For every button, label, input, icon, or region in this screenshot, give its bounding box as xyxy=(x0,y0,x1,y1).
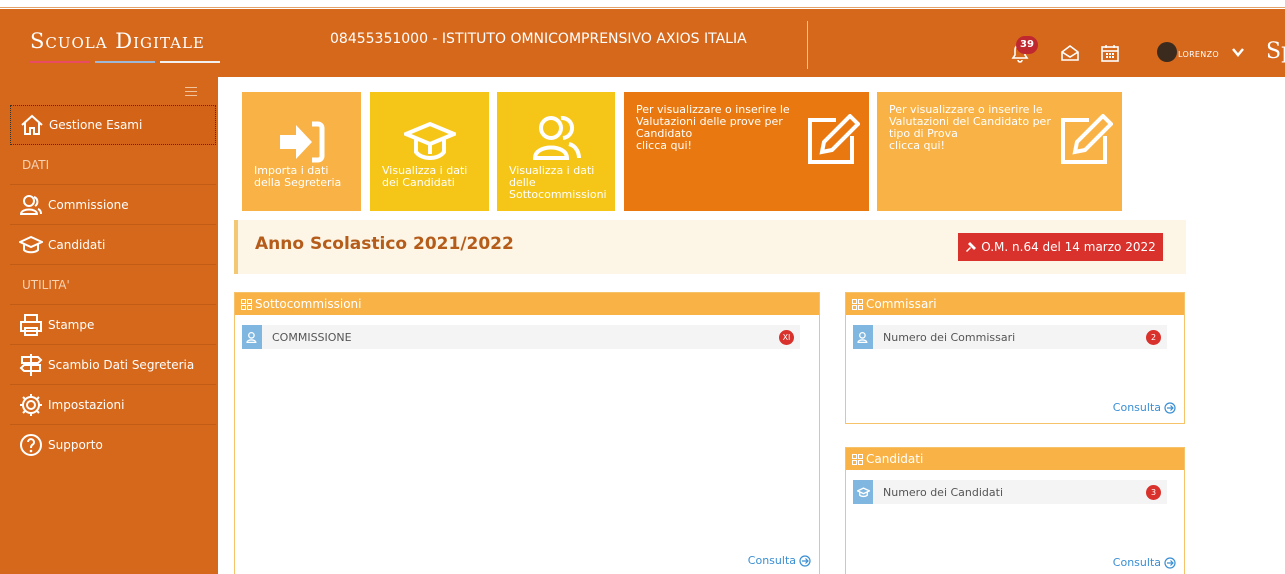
gavel-icon xyxy=(966,242,977,252)
calendar-icon[interactable] xyxy=(1100,43,1120,63)
panel-header: Sottocommissioni xyxy=(235,293,819,315)
sidebar: Gestione Esami DATI Commissione Candidat… xyxy=(0,77,218,574)
app-header: Scuola Digitale 08455351000 - ISTITUTO O… xyxy=(0,9,1285,77)
mail-icon[interactable] xyxy=(1060,43,1080,63)
edit-icon xyxy=(808,114,860,164)
sidebar-item-candidati[interactable]: Candidati xyxy=(10,225,216,265)
logo-underline-red xyxy=(30,61,90,63)
school-year-title: Anno Scolastico 2021/2022 xyxy=(255,234,514,254)
panel-commissari: Commissari Numero dei Commissari 2 Consu… xyxy=(845,292,1185,424)
count-badge: 3 xyxy=(1146,485,1161,500)
sidebar-item-label: Stampe xyxy=(48,317,95,332)
panel-sottocommissioni: Sottocommissioni COMMISSIONE XI Consulta xyxy=(234,292,820,574)
tile-label: Per visualizzare o inserire le Valutazio… xyxy=(636,103,790,152)
chevron-down-icon[interactable] xyxy=(1231,44,1251,64)
consulta-link[interactable]: Consulta xyxy=(1113,556,1176,569)
tile-label: Visualizza i dati dei Candidati xyxy=(382,164,468,189)
tile-label: Importa i dati della Segreteria xyxy=(254,164,342,189)
sidebar-item-scambio-dati[interactable]: Scambio Dati Segreteria xyxy=(10,345,216,385)
import-icon xyxy=(280,121,325,163)
top-strip xyxy=(0,0,1285,8)
arrow-circle-right-icon xyxy=(1164,401,1176,414)
logo-underline-blue xyxy=(95,61,155,63)
sidebar-item-label: Impostazioni xyxy=(48,397,125,412)
sidebar-section-dati: DATI xyxy=(10,145,216,185)
sidebar-item-supporto[interactable]: Supporto xyxy=(10,425,216,465)
list-item-commissari[interactable]: Numero dei Commissari 2 xyxy=(853,325,1167,349)
list-item-candidati[interactable]: Numero dei Candidati 3 xyxy=(853,480,1167,504)
users-icon xyxy=(532,115,581,160)
users-icon xyxy=(853,325,873,349)
sp-logo[interactable]: Sp xyxy=(1266,39,1285,64)
sidebar-item-label: Candidati xyxy=(48,237,106,252)
om-button-label: O.M. n.64 del 14 marzo 2022 xyxy=(981,240,1156,254)
consulta-link[interactable]: Consulta xyxy=(748,554,811,567)
panel-candidati: Candidati Numero dei Candidati 3 Consult… xyxy=(845,447,1185,574)
graduation-cap-icon xyxy=(853,480,873,504)
arrow-circle-right-icon xyxy=(1164,556,1176,569)
sidebar-item-label: Commissione xyxy=(48,197,129,212)
consulta-link[interactable]: Consulta xyxy=(1113,401,1176,414)
sidebar-item-commissione[interactable]: Commissione xyxy=(10,185,216,225)
tile-visualizza-candidati[interactable]: Visualizza i dati dei Candidati xyxy=(370,92,489,211)
tile-visualizza-sottocommissioni[interactable]: Visualizza i dati delle Sottocommissioni xyxy=(497,92,615,211)
count-badge: XI xyxy=(779,330,794,345)
user-name[interactable]: lorenzo xyxy=(1178,47,1219,60)
graduation-cap-icon xyxy=(18,232,44,258)
header-divider xyxy=(807,21,808,69)
tile-importa-dati[interactable]: Importa i dati della Segreteria xyxy=(242,92,361,211)
sidebar-item-label: Scambio Dati Segreteria xyxy=(48,357,195,372)
om-button[interactable]: O.M. n.64 del 14 marzo 2022 xyxy=(958,233,1163,261)
help-icon xyxy=(18,432,44,458)
users-icon xyxy=(242,325,262,349)
grid-icon xyxy=(852,298,863,310)
count-badge: 2 xyxy=(1146,330,1161,345)
app-logo[interactable]: Scuola Digitale xyxy=(30,29,205,53)
list-item-label: Numero dei Commissari xyxy=(883,330,1016,344)
user-avatar[interactable] xyxy=(1157,42,1177,62)
arrow-circle-right-icon xyxy=(799,554,811,567)
home-icon xyxy=(19,112,45,138)
school-name: 08455351000 - ISTITUTO OMNICOMPRENSIVO A… xyxy=(330,31,747,47)
grid-icon xyxy=(852,453,863,465)
menu-toggle-icon[interactable] xyxy=(185,87,197,99)
users-icon xyxy=(18,192,44,218)
tile-label: Visualizza i dati delle Sottocommissioni xyxy=(509,164,607,201)
panel-title: Commissari xyxy=(866,297,937,311)
list-item-label: COMMISSIONE xyxy=(272,330,352,344)
edit-icon xyxy=(1061,114,1113,164)
sidebar-section-utilita: UTILITA' xyxy=(10,265,216,305)
panel-header: Commissari xyxy=(846,293,1184,315)
list-item-commissione[interactable]: COMMISSIONE XI xyxy=(242,325,800,349)
grid-icon xyxy=(241,298,252,310)
gear-icon xyxy=(18,392,44,418)
tile-valutazioni-candidato[interactable]: Per visualizzare o inserire le Valutazio… xyxy=(624,92,869,211)
sidebar-item-label: Gestione Esami xyxy=(49,118,143,132)
tile-label: Per visualizzare o inserire le Valutazio… xyxy=(889,103,1051,152)
notifications-badge[interactable]: 39 xyxy=(1016,36,1038,54)
graduation-cap-icon xyxy=(404,121,456,160)
sidebar-item-label: Supporto xyxy=(48,438,103,452)
tile-valutazioni-prova[interactable]: Per visualizzare o inserire le Valutazio… xyxy=(877,92,1122,211)
signpost-icon xyxy=(18,352,44,378)
panel-title: Candidati xyxy=(866,452,924,466)
logo-underline-white xyxy=(160,61,220,63)
panel-title: Sottocommissioni xyxy=(255,297,362,311)
list-item-label: Numero dei Candidati xyxy=(883,485,1004,499)
sidebar-item-impostazioni[interactable]: Impostazioni xyxy=(10,385,216,425)
sidebar-item-stampe[interactable]: Stampe xyxy=(10,305,216,345)
panel-header: Candidati xyxy=(846,448,1184,470)
sidebar-item-gestione-esami[interactable]: Gestione Esami xyxy=(10,105,216,145)
school-year-bar: Anno Scolastico 2021/2022 O.M. n.64 del … xyxy=(234,220,1186,274)
printer-icon xyxy=(18,312,44,338)
